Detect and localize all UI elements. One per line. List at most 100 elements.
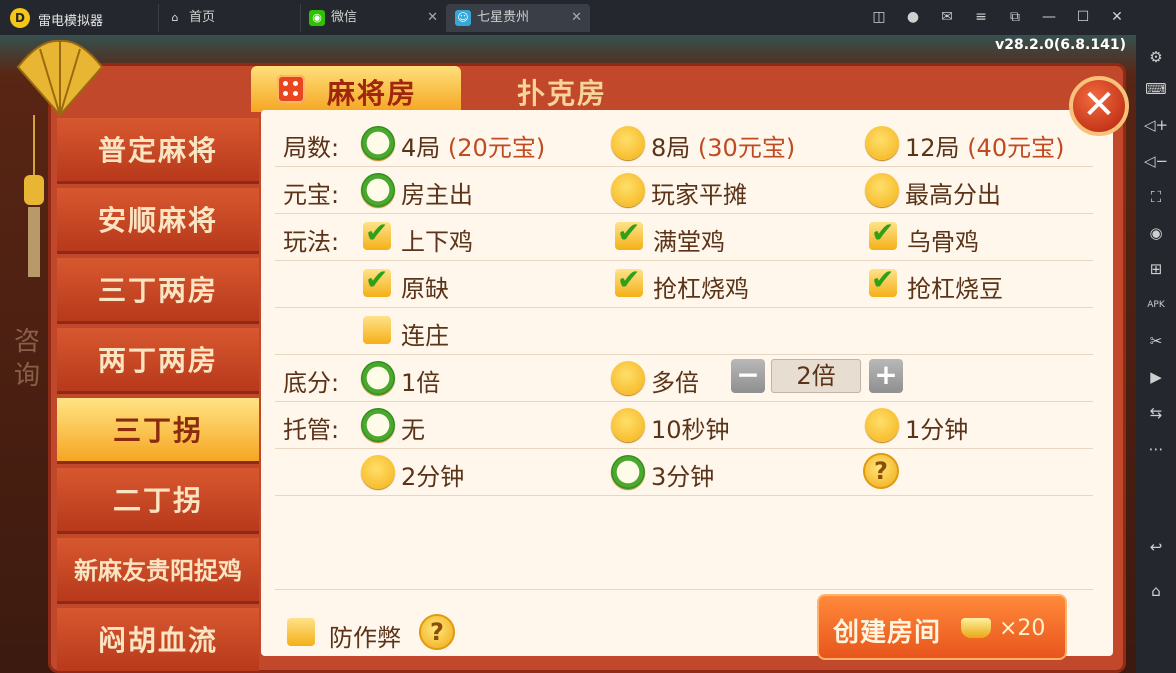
auto-play-option-text: 1分钟 [905, 416, 969, 444]
tab-mahjong[interactable]: 麻将房 [251, 66, 461, 112]
menu-item-liangding-liangfang[interactable]: 两丁两房 [57, 328, 259, 394]
auto-play-option-text: 2分钟 [401, 463, 465, 491]
rule-text: 抢杠烧豆 [907, 275, 1003, 303]
auto-play-row-2: 2分钟 3分钟 ? [275, 449, 1093, 496]
menu-item-menhu-xueliu[interactable]: 闷胡血流 [57, 608, 259, 673]
home-icon[interactable]: ⌂ [1144, 579, 1168, 603]
tab-poker-label: 扑克房 [517, 77, 608, 110]
rules-row-2: 原缺 抢杠烧鸡 抢杠烧豆 [275, 261, 1093, 308]
keyboard-icon[interactable]: ⌨ [1144, 77, 1168, 101]
tab-poker[interactable]: 扑克房 [471, 66, 671, 112]
rounds-option-text: 8局 (30元宝) [651, 128, 795, 163]
rounds-value: 8局 [651, 134, 691, 162]
create-room-label: 创建房间 [833, 618, 942, 648]
app-name: 雷电模拟器 [38, 14, 104, 29]
tab-mahjong-label: 麻将房 [327, 77, 418, 110]
create-room-dialog: 麻将房 扑克房 普定麻将 安顺麻将 三丁两房 两丁两房 三丁拐 二丁拐 新麻友贵… [48, 63, 1129, 673]
radio-selected-icon [361, 173, 395, 207]
mail-icon[interactable]: ✉ [936, 6, 958, 28]
menu-item-erdingguai[interactable]: 二丁拐 [57, 468, 259, 534]
multiplier-increase-button[interactable]: + [869, 359, 903, 393]
menu-item-guiyang-zhuoji[interactable]: 新麻友贵阳捉鸡 [57, 538, 259, 604]
rounds-option-text: 4局 (20元宝) [401, 128, 545, 163]
settings-icon[interactable]: ⚙ [1144, 45, 1168, 69]
ingot-option-text: 房主出 [401, 181, 473, 209]
radio-unselected-icon [865, 173, 899, 207]
auto-play-help-icon[interactable]: ? [863, 453, 899, 489]
radio-unselected-icon [611, 361, 645, 395]
base-score-label: 底分: [283, 369, 340, 397]
checkbox-checked-icon [869, 216, 897, 250]
apk-icon[interactable]: APK [1144, 293, 1168, 317]
checkbox-checked-icon [615, 216, 643, 250]
game-screen: 咨 询 v28.2.0(6.8.141) 麻将房 扑克房 普定麻将 安顺麻将 三… [0, 35, 1136, 673]
sync-icon[interactable]: ⇆ [1144, 401, 1168, 425]
menu-item-sandingguai[interactable]: 三丁拐 [57, 398, 259, 464]
multiplier-value: 2倍 [771, 359, 861, 393]
ingot-label: 元宝: [283, 181, 340, 209]
scissors-icon[interactable]: ✂ [1144, 329, 1168, 353]
anti-cheat-help-icon[interactable]: ? [419, 614, 455, 650]
create-room-button[interactable]: 创建房间 ×20 [817, 594, 1067, 660]
volume-down-icon[interactable]: ◁− [1144, 149, 1168, 173]
rounds-cost: (40元宝) [967, 134, 1065, 162]
tab-game[interactable]: ☺ 七星贵州 ✕ [446, 4, 590, 32]
menu-icon[interactable]: ≡ [970, 6, 992, 28]
rule-text: 上下鸡 [401, 228, 473, 256]
wechat-icon: ◉ [309, 9, 325, 26]
golden-fan-icon [16, 39, 104, 117]
create-room-cost: ×20 [999, 616, 1046, 641]
close-dialog-button[interactable]: ✕ [1069, 76, 1129, 136]
video-icon[interactable]: ▶ [1144, 365, 1168, 389]
radio-unselected-icon [611, 173, 645, 207]
menu-item-anshun[interactable]: 安顺麻将 [57, 188, 259, 254]
checkbox-checked-icon [615, 263, 643, 297]
base-score-option-text: 1倍 [401, 369, 441, 397]
close-icon[interactable]: ✕ [427, 4, 438, 32]
menu-item-puding[interactable]: 普定麻将 [57, 118, 259, 184]
volume-up-icon[interactable]: ◁+ [1144, 113, 1168, 137]
auto-play-option-text: 10秒钟 [651, 416, 730, 444]
record-icon[interactable]: ◉ [1144, 221, 1168, 245]
emulator-titlebar: D 雷电模拟器 ⌂ 首页 ◉ 微信 ✕ ☺ 七星贵州 ✕ ◫ ● ✉ ≡ ⧉ — ☐ … [0, 0, 1176, 35]
menu-item-sanding-liangfang[interactable]: 三丁两房 [57, 258, 259, 324]
background-side-text: 咨 询 [14, 327, 41, 391]
more-icon[interactable]: ⋯ [1144, 437, 1168, 461]
base-score-option-text: 多倍 [651, 369, 699, 397]
multiplier-decrease-button[interactable]: − [731, 359, 765, 393]
tab-wechat-label: 微信 [331, 10, 358, 25]
rule-text: 满堂鸡 [653, 228, 725, 256]
checkbox-checked-icon [363, 263, 391, 297]
radio-unselected-icon [611, 408, 645, 442]
room-type-tabs: 麻将房 扑克房 [251, 66, 1131, 114]
rule-text: 连庄 [401, 322, 449, 350]
auto-play-option-text: 3分钟 [651, 463, 715, 491]
close-window-icon[interactable]: ✕ [1106, 6, 1128, 28]
account-icon[interactable]: ● [902, 6, 924, 28]
tab-wechat[interactable]: ◉ 微信 ✕ [300, 4, 446, 32]
screenshot-icon[interactable]: ⛶ [1144, 185, 1168, 209]
restore-icon[interactable]: ⧉ [1004, 6, 1026, 28]
add-app-icon[interactable]: ⊞ [1144, 257, 1168, 281]
dice-icon [277, 75, 305, 103]
back-icon[interactable]: ↩ [1144, 535, 1168, 559]
gamepad-icon[interactable]: ◫ [868, 6, 890, 28]
rule-text: 乌骨鸡 [907, 228, 979, 256]
tab-home[interactable]: ⌂ 首页 [158, 4, 300, 32]
maximize-icon[interactable]: ☐ [1072, 6, 1094, 28]
auto-play-row-1: 托管: 无 10秒钟 1分钟 [275, 402, 1093, 449]
tab-home-label: 首页 [189, 10, 216, 25]
spacer-row [275, 496, 1093, 590]
settings-panel: 局数: 4局 (20元宝) 8局 (30元宝) 12局 (40元宝) 元宝: 房… [261, 110, 1113, 660]
close-icon[interactable]: ✕ [571, 4, 582, 32]
checkbox-checked-icon [869, 263, 897, 297]
gold-ingot-icon [961, 618, 991, 638]
rounds-row: 局数: 4局 (20元宝) 8局 (30元宝) 12局 (40元宝) [275, 120, 1093, 167]
version-label: v28.2.0(6.8.141) [995, 37, 1126, 53]
ldplayer-logo-icon: D [10, 8, 30, 28]
radio-selected-icon [361, 126, 395, 160]
minimize-icon[interactable]: — [1038, 6, 1060, 28]
anti-cheat-label: 防作弊 [329, 624, 401, 652]
auto-play-option-text: 无 [401, 416, 425, 444]
ingot-option-text: 最高分出 [905, 181, 1001, 209]
